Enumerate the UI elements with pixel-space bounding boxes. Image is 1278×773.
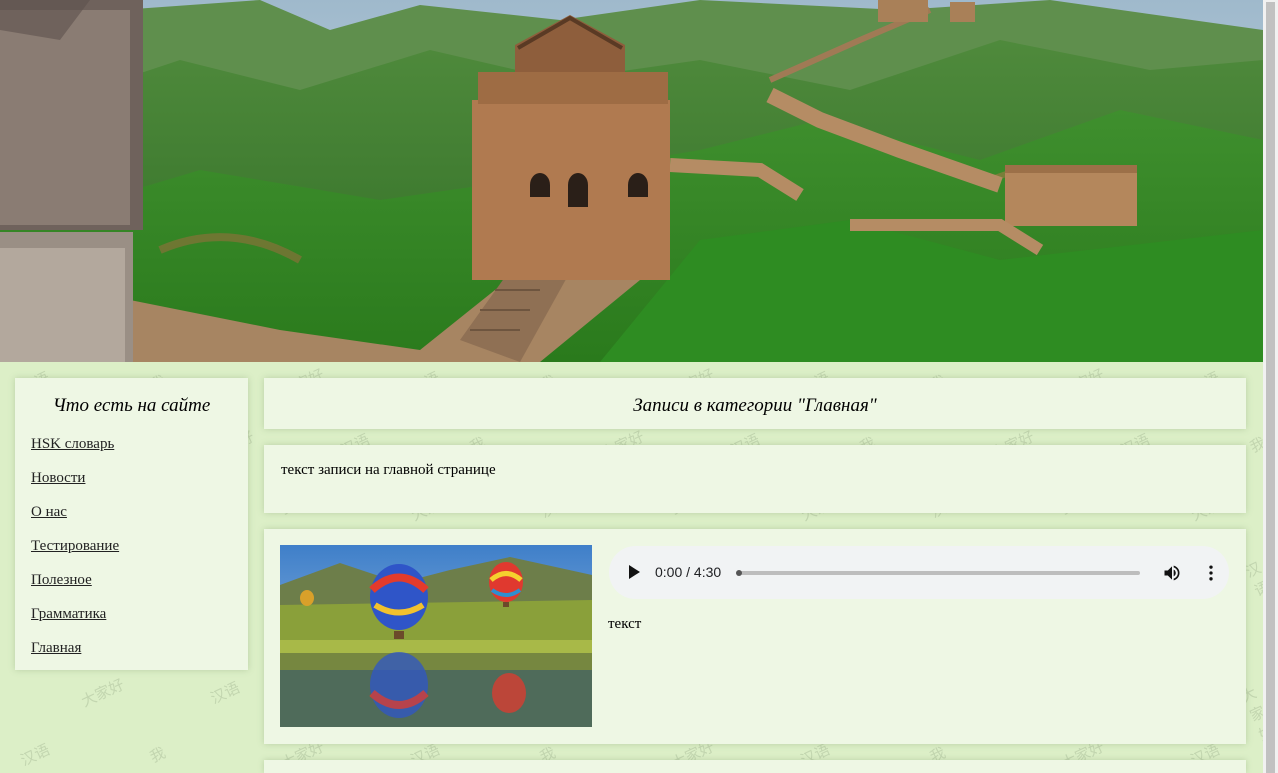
media-caption: текст bbox=[608, 616, 642, 632]
sidebar-link-hsk-dictionary[interactable]: HSK словарь bbox=[31, 436, 114, 452]
sidebar-item-home: Главная bbox=[31, 639, 248, 658]
sidebar-item-useful: Полезное bbox=[31, 571, 248, 590]
background-glyph: 大家好 bbox=[78, 675, 127, 711]
sidebar-title: Что есть на сайте bbox=[52, 395, 211, 416]
background-glyph: 汉语 bbox=[207, 678, 243, 708]
category-heading-panel: Записи в категории "Главная" bbox=[264, 378, 1246, 429]
scrollbar-thumb[interactable] bbox=[1266, 2, 1275, 773]
sidebar-menu: HSK словарь Новости О нас Тестирование П… bbox=[15, 435, 248, 658]
more-vert-icon[interactable] bbox=[1201, 563, 1221, 586]
sidebar-link-about[interactable]: О нас bbox=[31, 504, 67, 520]
hero-banner-image bbox=[0, 0, 1263, 362]
sidebar-link-useful[interactable]: Полезное bbox=[31, 572, 92, 588]
media-post-panel: 0:00 / 4:30 текст bbox=[264, 529, 1246, 744]
sidebar-item-testing: Тестирование bbox=[31, 537, 248, 556]
audio-time: 0:00 / 4:30 bbox=[655, 564, 722, 580]
page-scrollbar[interactable] bbox=[1263, 0, 1278, 773]
background-glyph: 我 bbox=[1246, 433, 1263, 457]
audio-progress-bar[interactable] bbox=[736, 570, 1140, 576]
audio-player: 0:00 / 4:30 bbox=[609, 546, 1229, 599]
post-panel: текст записи на главной странице bbox=[264, 445, 1246, 513]
volume-icon[interactable] bbox=[1162, 563, 1182, 586]
sidebar-link-testing[interactable]: Тестирование bbox=[31, 538, 119, 554]
sidebar-link-home[interactable]: Главная bbox=[31, 640, 81, 656]
play-icon[interactable] bbox=[629, 565, 640, 579]
audio-progress-knob[interactable] bbox=[736, 570, 742, 576]
sidebar: Что есть на сайте HSK словарь Новости О … bbox=[15, 378, 248, 670]
sidebar-link-grammar[interactable]: Грамматика bbox=[31, 606, 106, 622]
background-glyph: 我 bbox=[146, 743, 168, 767]
background-glyph: 汉语 bbox=[17, 740, 53, 770]
next-post-panel bbox=[264, 760, 1246, 773]
sidebar-item-grammar: Грамматика bbox=[31, 605, 248, 624]
sidebar-item-about: О нас bbox=[31, 503, 248, 522]
sidebar-item-hsk-dictionary: HSK словарь bbox=[31, 435, 248, 454]
sidebar-item-news: Новости bbox=[31, 469, 248, 488]
category-heading: Записи в категории "Главная" bbox=[633, 395, 877, 416]
post-text: текст записи на главной странице bbox=[281, 462, 496, 478]
balloons-photo bbox=[280, 545, 592, 727]
sidebar-link-news[interactable]: Новости bbox=[31, 470, 85, 486]
